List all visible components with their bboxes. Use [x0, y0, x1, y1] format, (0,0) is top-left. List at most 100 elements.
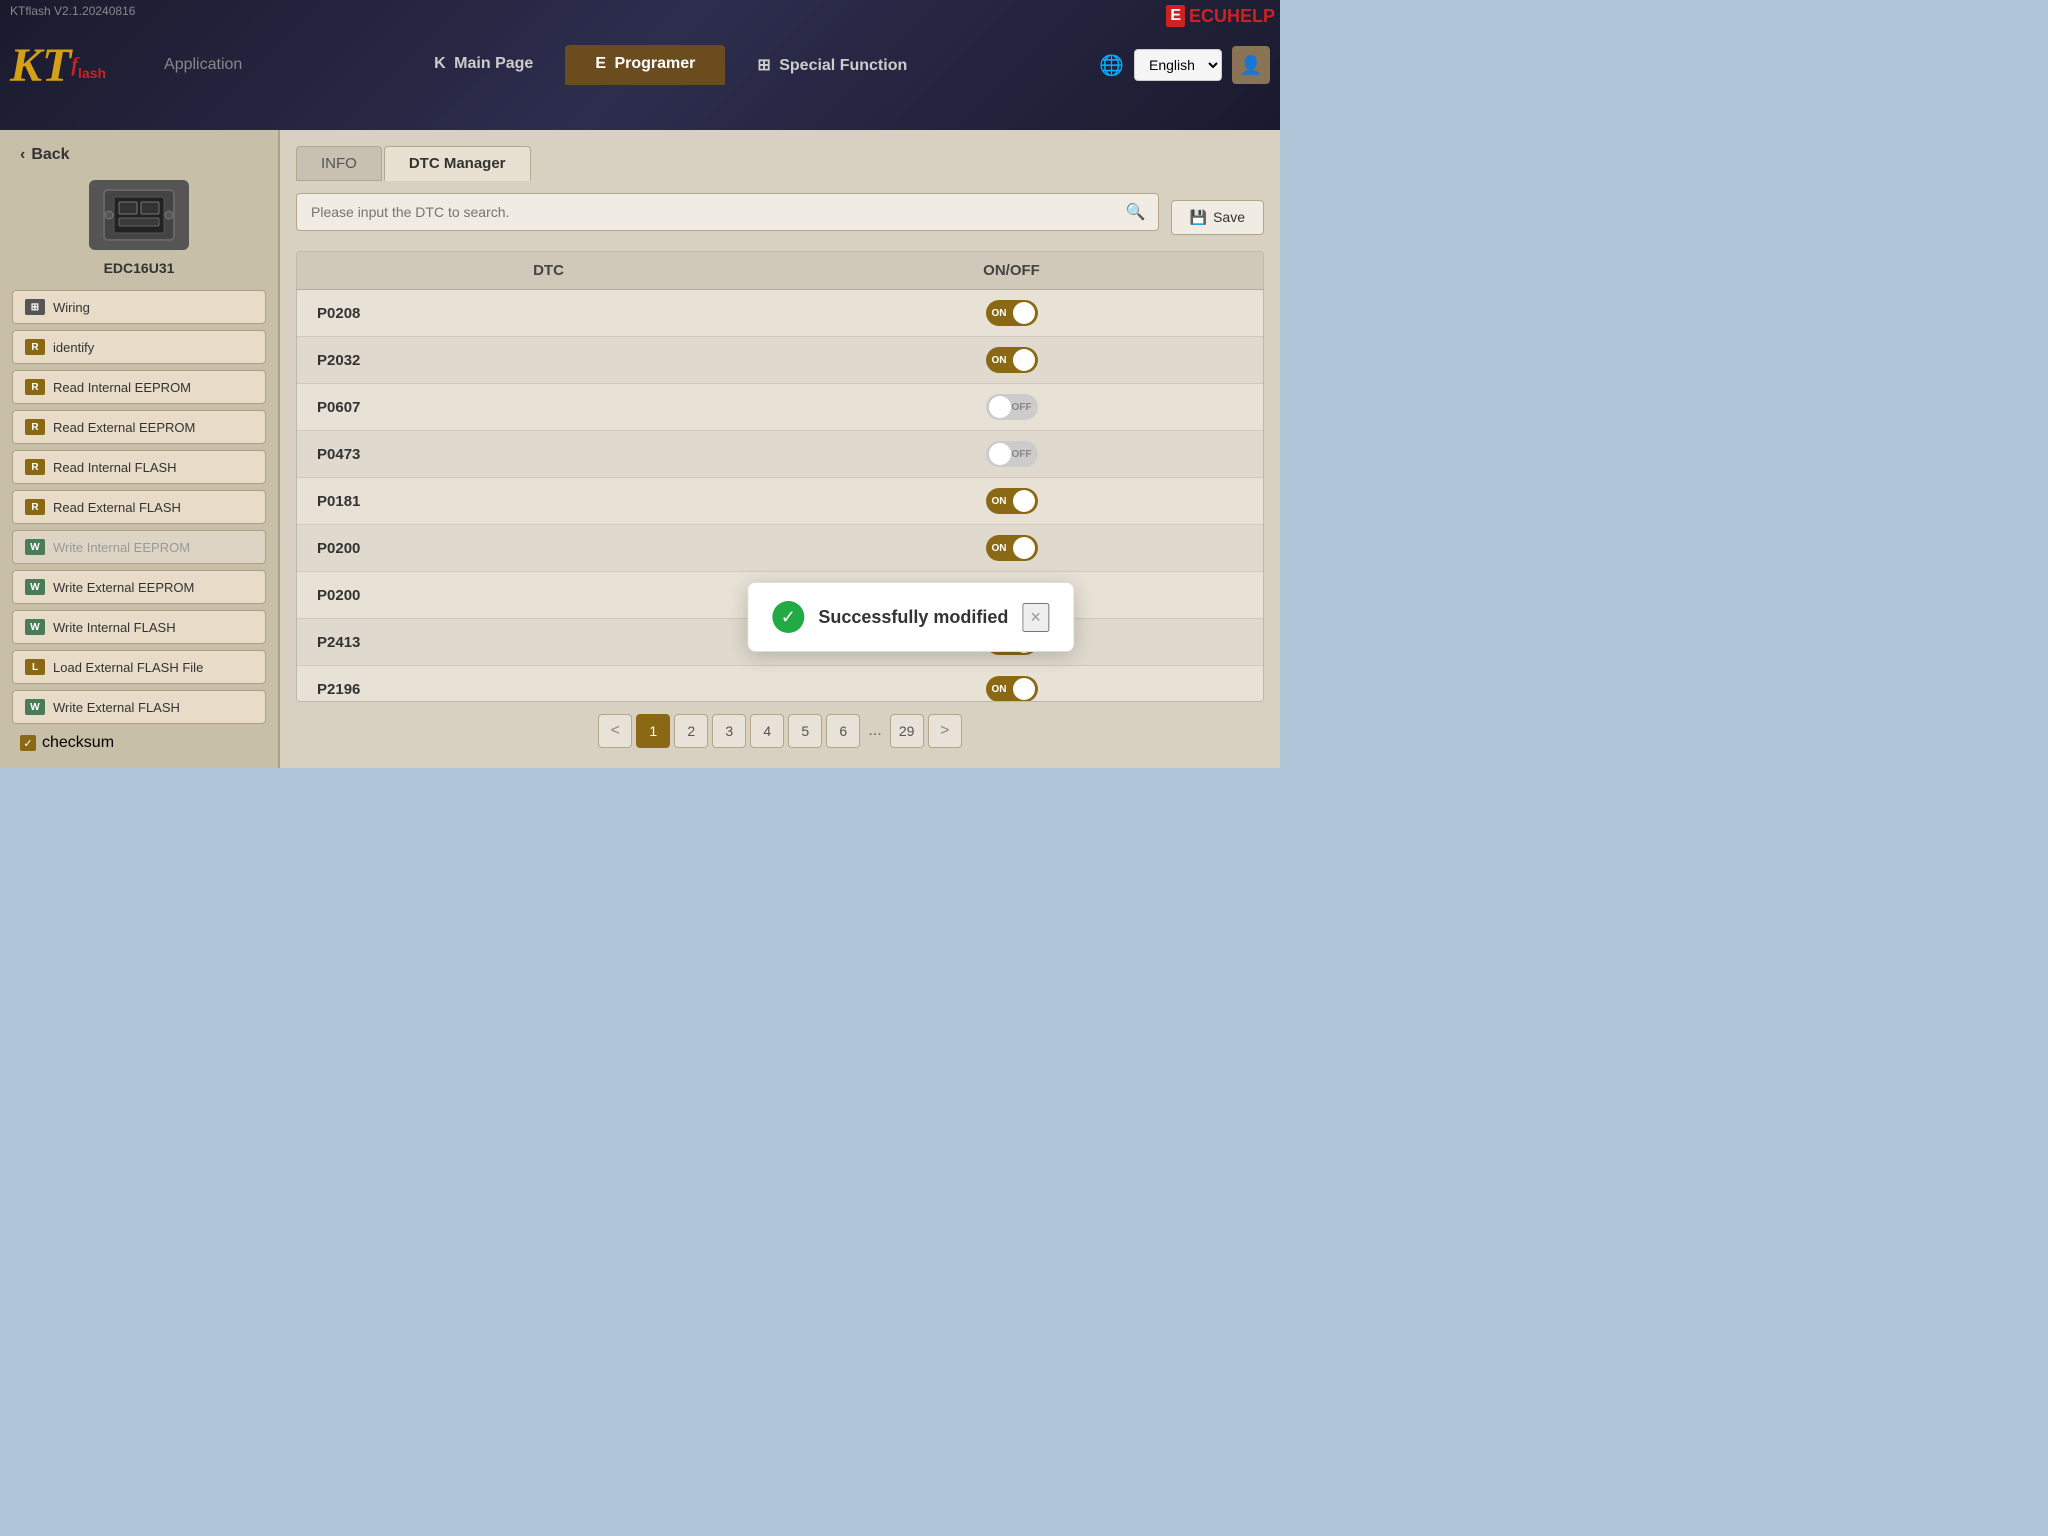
save-button[interactable]: 💾 Save [1171, 200, 1264, 235]
page-3-button[interactable]: 3 [712, 714, 746, 748]
write-internal-eeprom-button[interactable]: W Write Internal EEPROM [12, 530, 266, 564]
search-input[interactable] [297, 194, 1106, 230]
page-1-button[interactable]: 1 [636, 714, 670, 748]
load-external-flash-button[interactable]: L Load External FLASH File [12, 650, 266, 684]
page-6-button[interactable]: 6 [826, 714, 860, 748]
toggle-knob-0 [1013, 302, 1035, 324]
read-external-flash-icon: R [25, 499, 45, 515]
popup-close-icon: × [1030, 607, 1041, 627]
ecu-image [89, 180, 189, 250]
dtc-toggle-8[interactable]: ON [986, 676, 1038, 702]
tab-programer-label: Programer [614, 55, 695, 72]
user-avatar[interactable]: 👤 [1232, 46, 1270, 84]
dtc-code: P0200 [317, 540, 780, 557]
toggle-knob-4 [1013, 490, 1035, 512]
tab-programer-icon: E [595, 55, 606, 72]
read-external-flash-button[interactable]: R Read External FLASH [12, 490, 266, 524]
tab-info[interactable]: INFO [296, 146, 382, 181]
prev-page-button[interactable]: < [598, 714, 632, 748]
identify-icon: R [25, 339, 45, 355]
toggle-knob-2 [989, 396, 1011, 418]
dtc-toggle-0[interactable]: ON [986, 300, 1038, 326]
toggle-container: ON [780, 676, 1243, 702]
dtc-code: P0181 [317, 493, 780, 510]
tab-main-label: Main Page [454, 55, 533, 72]
toggle-knob-1 [1013, 349, 1035, 371]
back-label: Back [31, 146, 69, 164]
write-external-eeprom-button[interactable]: W Write External EEPROM [12, 570, 266, 604]
tab-special-function[interactable]: ⊞ Special Function [727, 45, 937, 85]
back-arrow-icon: ‹ [20, 146, 25, 164]
dtc-code: P2196 [317, 681, 780, 698]
write-internal-flash-icon: W [25, 619, 45, 635]
load-external-flash-icon: L [25, 659, 45, 675]
read-internal-eeprom-button[interactable]: R Read Internal EEPROM [12, 370, 266, 404]
page-5-button[interactable]: 5 [788, 714, 822, 748]
back-button[interactable]: ‹ Back [12, 142, 266, 168]
popup-close-button[interactable]: × [1022, 603, 1049, 632]
sidebar: ‹ Back EDC16U31 ⊞ Wiring R identify [0, 130, 280, 768]
dtc-code: P0208 [317, 305, 780, 322]
nav-tabs: K Main Page E Programer ⊞ Special Functi… [242, 45, 1099, 85]
toggle-knob-3 [989, 443, 1011, 465]
write-internal-flash-button[interactable]: W Write Internal FLASH [12, 610, 266, 644]
dtc-toggle-4[interactable]: ON [986, 488, 1038, 514]
toggle-label-1: ON [992, 355, 1007, 366]
tab-dtc-manager[interactable]: DTC Manager [384, 146, 531, 181]
page-2-button[interactable]: 2 [674, 714, 708, 748]
right-panel: INFO DTC Manager 🔍 💾 Save DTC ON/ [280, 130, 1280, 768]
language-select[interactable]: English [1134, 49, 1222, 81]
write-internal-eeprom-label: Write Internal EEPROM [53, 540, 190, 555]
wiring-icon: ⊞ [25, 299, 45, 315]
write-external-flash-button[interactable]: W Write External FLASH [12, 690, 266, 724]
version-label: KTflash V2.1.20240816 [10, 4, 135, 18]
dtc-toggle-5[interactable]: ON [986, 535, 1038, 561]
dtc-code: P2413 [317, 634, 780, 651]
success-popup: ✓ Successfully modified × [747, 582, 1074, 652]
read-external-eeprom-button[interactable]: R Read External EEPROM [12, 410, 266, 444]
tab-programer[interactable]: E Programer [565, 45, 725, 85]
checksum-checkbox[interactable]: ✓ [20, 735, 36, 751]
toggle-container: OFF [780, 394, 1243, 420]
page-last-button[interactable]: 29 [890, 714, 924, 748]
toggle-container: ON [780, 300, 1243, 326]
dtc-toggle-2[interactable]: OFF [986, 394, 1038, 420]
write-external-eeprom-icon: W [25, 579, 45, 595]
toggle-label-4: ON [992, 496, 1007, 507]
tab-main-icon: K [434, 55, 446, 72]
user-icon: 👤 [1240, 55, 1262, 76]
tab-main-page[interactable]: K Main Page [404, 45, 563, 85]
dtc-code: P0473 [317, 446, 780, 463]
next-page-button[interactable]: > [928, 714, 962, 748]
pagination-ellipsis: ... [864, 722, 885, 740]
tab-special-label: Special Function [779, 57, 907, 74]
toggle-knob-5 [1013, 537, 1035, 559]
toggle-knob-8 [1013, 678, 1035, 700]
read-internal-flash-label: Read Internal FLASH [53, 460, 177, 475]
dtc-toggle-3[interactable]: OFF [986, 441, 1038, 467]
header-dtc: DTC [317, 262, 780, 279]
read-internal-flash-button[interactable]: R Read Internal FLASH [12, 450, 266, 484]
wiring-label: Wiring [53, 300, 90, 315]
dtc-code: P0607 [317, 399, 780, 416]
logo-kt: KT f lash [10, 38, 106, 93]
table-row: P2032 ON [297, 337, 1263, 384]
dtc-code: P2032 [317, 352, 780, 369]
pagination: < 1 2 3 4 5 6 ... 29 > [296, 702, 1264, 752]
wiring-button[interactable]: ⊞ Wiring [12, 290, 266, 324]
dtc-toggle-1[interactable]: ON [986, 347, 1038, 373]
logo-area: KT f lash Application [10, 38, 242, 93]
top-right: 🌐 English 👤 [1099, 46, 1270, 84]
save-label: Save [1213, 209, 1245, 225]
search-button[interactable]: 🔍 [1114, 194, 1158, 230]
read-external-flash-label: Read External FLASH [53, 500, 181, 515]
logo-flash-text: lash [78, 65, 106, 81]
identify-button[interactable]: R identify [12, 330, 266, 364]
toggle-label-0: ON [992, 308, 1007, 319]
header-on-off: ON/OFF [780, 262, 1243, 279]
write-internal-eeprom-icon: W [25, 539, 45, 555]
search-icon: 🔍 [1126, 204, 1146, 221]
tab-special-icon: ⊞ [757, 57, 770, 74]
page-4-button[interactable]: 4 [750, 714, 784, 748]
table-header: DTC ON/OFF [297, 252, 1263, 290]
